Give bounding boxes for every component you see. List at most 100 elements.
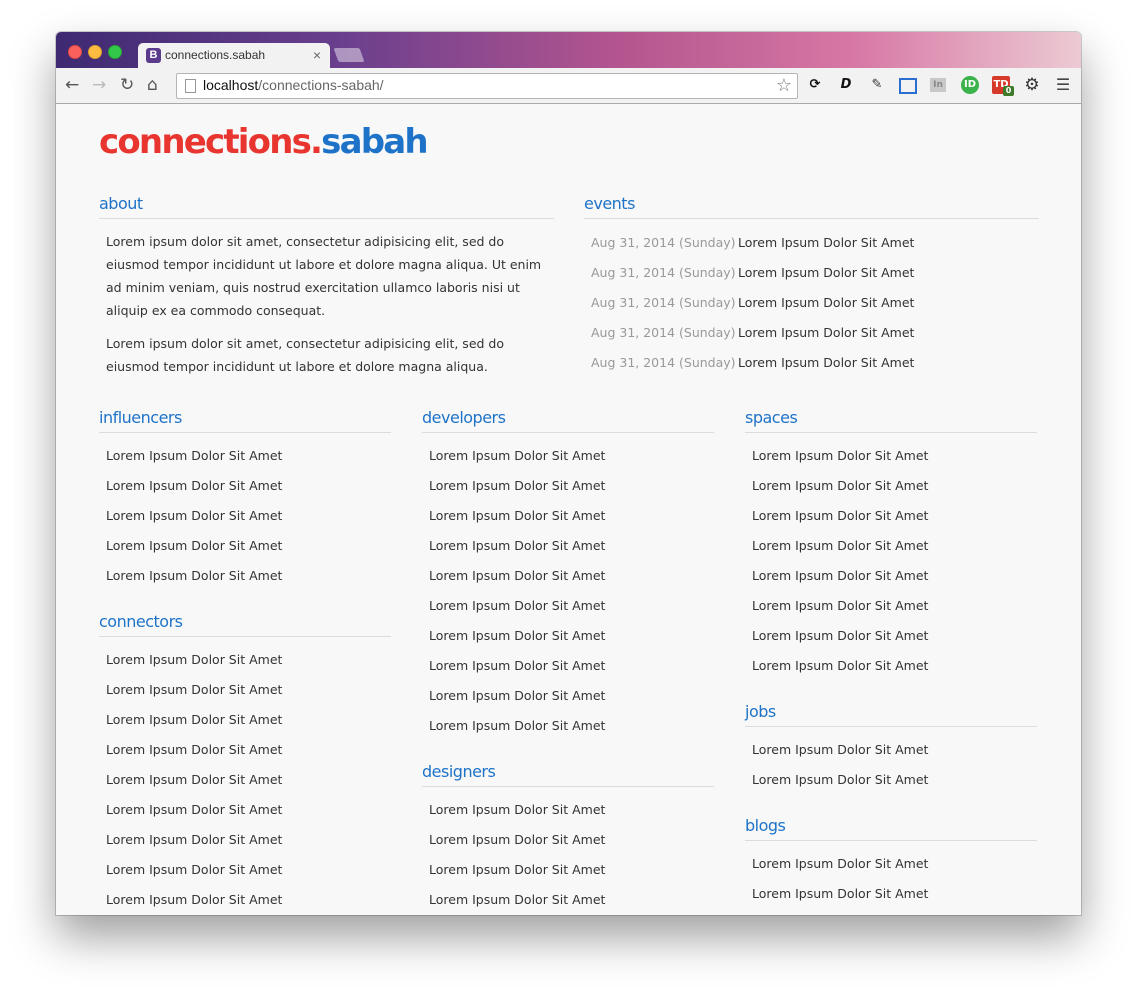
list-item[interactable]: Lorem Ipsum Dolor Sit Amet — [106, 801, 391, 831]
list-item[interactable]: Lorem Ipsum Dolor Sit Amet — [429, 567, 714, 597]
connectors-heading: connectors — [99, 612, 391, 637]
list-item[interactable]: Lorem Ipsum Dolor Sit Amet — [429, 657, 714, 687]
minimize-window-button[interactable] — [88, 45, 102, 59]
list-item[interactable]: Lorem Ipsum Dolor Sit Amet — [106, 651, 391, 681]
event-item[interactable]: Aug 31, 2014 (Sunday) Lorem Ipsum Dolor S… — [591, 294, 1039, 324]
list-item[interactable]: Lorem Ipsum Dolor Sit Amet — [752, 597, 1037, 627]
logo-part1: connections — [99, 122, 312, 162]
list-item[interactable]: Lorem Ipsum Dolor Sit Amet — [106, 741, 391, 771]
address-bar[interactable]: localhost/connections-sabah/ ☆ — [176, 73, 798, 99]
zoom-window-button[interactable] — [108, 45, 122, 59]
list-item[interactable]: Lorem Ipsum Dolor Sit Amet — [106, 507, 391, 537]
list-item[interactable]: Lorem Ipsum Dolor Sit Amet — [106, 681, 391, 711]
url-host: localhost — [203, 77, 259, 93]
list-item[interactable]: Lorem Ipsum Dolor Sit Amet — [106, 771, 391, 801]
list-item[interactable]: Lorem Ipsum Dolor Sit Amet — [429, 507, 714, 537]
list-item[interactable]: Lorem Ipsum Dolor Sit Amet — [429, 861, 714, 891]
list-item[interactable]: Lorem Ipsum Dolor Sit Amet — [106, 891, 391, 915]
list-item[interactable]: Lorem Ipsum Dolor Sit Amet — [106, 831, 391, 861]
event-item[interactable]: Aug 31, 2014 (Sunday) Lorem Ipsum Dolor S… — [591, 354, 1039, 384]
list-item[interactable]: Lorem Ipsum Dolor Sit Amet — [429, 477, 714, 507]
event-item[interactable]: Aug 31, 2014 (Sunday) Lorem Ipsum Dolor S… — [591, 264, 1039, 294]
event-date: Aug 31, 2014 (Sunday) — [591, 325, 736, 340]
event-title[interactable]: Lorem Ipsum Dolor Sit Amet — [738, 234, 914, 252]
sync-extension-icon[interactable]: ⟳ — [806, 76, 824, 94]
list-item[interactable]: Lorem Ipsum Dolor Sit Amet — [752, 885, 1037, 915]
list-item[interactable]: Lorem Ipsum Dolor Sit Amet — [106, 861, 391, 891]
close-window-button[interactable] — [68, 45, 82, 59]
list-item[interactable]: Lorem Ipsum Dolor Sit Amet — [752, 477, 1037, 507]
td-extension-icon[interactable]: TD 0 — [992, 76, 1014, 96]
event-date: Aug 31, 2014 (Sunday) — [591, 265, 736, 280]
developers-list: Lorem Ipsum Dolor Sit Amet Lorem Ipsum D… — [422, 433, 714, 747]
spaces-heading: spaces — [745, 408, 1037, 433]
list-item[interactable]: Lorem Ipsum Dolor Sit Amet — [429, 831, 714, 861]
jobs-heading: jobs — [745, 702, 1037, 727]
list-item[interactable]: Lorem Ipsum Dolor Sit Amet — [106, 477, 391, 507]
list-item[interactable]: Lorem Ipsum Dolor Sit Amet — [752, 771, 1037, 801]
list-item[interactable]: Lorem Ipsum Dolor Sit Amet — [752, 507, 1037, 537]
event-item[interactable]: Aug 31, 2014 (Sunday) Lorem Ipsum Dolor S… — [591, 234, 1039, 264]
event-title[interactable]: Lorem Ipsum Dolor Sit Amet — [738, 264, 914, 282]
logo-dot: . — [310, 122, 323, 162]
list-item[interactable]: Lorem Ipsum Dolor Sit Amet — [752, 567, 1037, 597]
list-item[interactable]: Lorem Ipsum Dolor Sit Amet — [429, 627, 714, 657]
list-item[interactable]: Lorem Ipsum Dolor Sit Amet — [429, 801, 714, 831]
event-item[interactable]: Aug 31, 2014 (Sunday) Lorem Ipsum Dolor S… — [591, 324, 1039, 354]
eyedropper-extension-icon[interactable]: ✎ — [868, 76, 886, 94]
blogs-list: Lorem Ipsum Dolor Sit Amet Lorem Ipsum D… — [745, 841, 1037, 915]
list-item[interactable]: Lorem Ipsum Dolor Sit Amet — [752, 657, 1037, 687]
list-item[interactable]: Lorem Ipsum Dolor Sit Amet — [429, 717, 714, 747]
id-extension-icon[interactable]: ID — [961, 76, 979, 94]
event-date: Aug 31, 2014 (Sunday) — [591, 295, 736, 310]
back-arrow-icon[interactable]: ← — [65, 75, 79, 95]
list-item[interactable]: Lorem Ipsum Dolor Sit Amet — [752, 447, 1037, 477]
list-item[interactable]: Lorem Ipsum Dolor Sit Amet — [429, 891, 714, 915]
events-heading: events — [584, 194, 1039, 219]
list-item[interactable]: Lorem Ipsum Dolor Sit Amet — [429, 687, 714, 717]
reload-icon[interactable]: ↻ — [120, 75, 134, 95]
d-extension-icon[interactable]: D — [837, 76, 855, 94]
list-item[interactable]: Lorem Ipsum Dolor Sit Amet — [106, 567, 391, 597]
event-title[interactable]: Lorem Ipsum Dolor Sit Amet — [738, 354, 914, 372]
list-item[interactable]: Lorem Ipsum Dolor Sit Amet — [429, 447, 714, 477]
event-title[interactable]: Lorem Ipsum Dolor Sit Amet — [738, 294, 914, 312]
td-badge: 0 — [1003, 86, 1014, 96]
developers-section: developers Lorem Ipsum Dolor Sit Amet Lo… — [422, 408, 714, 747]
browser-window: B connections.sabah × ← → ↻ ⌂ localhost/… — [56, 32, 1081, 915]
screenshot-extension-icon[interactable] — [899, 78, 917, 94]
event-title[interactable]: Lorem Ipsum Dolor Sit Amet — [738, 324, 914, 342]
list-item[interactable]: Lorem Ipsum Dolor Sit Amet — [106, 447, 391, 477]
list-item[interactable]: Lorem Ipsum Dolor Sit Amet — [752, 627, 1037, 657]
influencers-list: Lorem Ipsum Dolor Sit Amet Lorem Ipsum D… — [99, 433, 391, 597]
page-content: connections.sabah about Lorem ipsum dolo… — [56, 104, 1081, 915]
list-item[interactable]: Lorem Ipsum Dolor Sit Amet — [429, 597, 714, 627]
list-item[interactable]: Lorem Ipsum Dolor Sit Amet — [106, 537, 391, 567]
events-list: Aug 31, 2014 (Sunday) Lorem Ipsum Dolor S… — [584, 219, 1039, 384]
list-item[interactable]: Lorem Ipsum Dolor Sit Amet — [752, 855, 1037, 885]
list-item[interactable]: Lorem Ipsum Dolor Sit Amet — [752, 537, 1037, 567]
url-text[interactable]: localhost/connections-sabah/ — [203, 77, 384, 93]
tab-active[interactable]: B connections.sabah × — [138, 43, 330, 69]
about-section: about Lorem ipsum dolor sit amet, consec… — [99, 194, 554, 378]
new-tab-button[interactable] — [333, 48, 365, 62]
list-item[interactable]: Lorem Ipsum Dolor Sit Amet — [106, 711, 391, 741]
jobs-list: Lorem Ipsum Dolor Sit Amet Lorem Ipsum D… — [745, 727, 1037, 801]
page-icon — [185, 79, 196, 93]
home-icon[interactable]: ⌂ — [147, 75, 158, 95]
list-item[interactable]: Lorem Ipsum Dolor Sit Amet — [752, 741, 1037, 771]
gear-icon[interactable]: ⚙ — [1023, 76, 1041, 94]
forward-arrow-icon[interactable]: → — [92, 75, 106, 95]
blogs-section: blogs Lorem Ipsum Dolor Sit Amet Lorem I… — [745, 816, 1037, 915]
list-item[interactable]: Lorem Ipsum Dolor Sit Amet — [429, 537, 714, 567]
designers-list: Lorem Ipsum Dolor Sit Amet Lorem Ipsum D… — [422, 787, 714, 915]
site-logo[interactable]: connections.sabah — [99, 122, 429, 162]
star-icon[interactable]: ☆ — [776, 75, 792, 96]
tab-close-icon[interactable]: × — [313, 47, 321, 63]
hamburger-menu-icon[interactable]: ☰ — [1054, 76, 1072, 94]
in-extension-icon[interactable]: In — [930, 78, 946, 92]
influencers-section: influencers Lorem Ipsum Dolor Sit Amet L… — [99, 408, 391, 597]
spaces-section: spaces Lorem Ipsum Dolor Sit Amet Lorem … — [745, 408, 1037, 687]
designers-heading: designers — [422, 762, 714, 787]
connectors-list: Lorem Ipsum Dolor Sit Amet Lorem Ipsum D… — [99, 637, 391, 915]
